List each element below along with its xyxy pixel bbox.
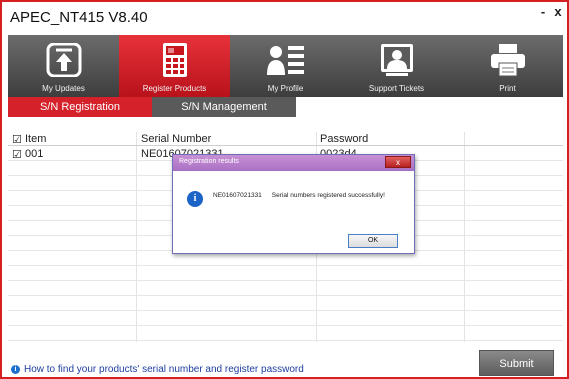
table-header-row: ☑ Item Serial Number Password — [8, 132, 563, 146]
column-header-item: Item — [25, 133, 47, 145]
dialog-title: Registration results — [179, 158, 239, 165]
dialog-close-button[interactable]: x — [385, 156, 411, 168]
help-link[interactable]: i How to find your products' serial numb… — [11, 364, 304, 375]
window-title: APEC_NT415 V8.40 — [10, 9, 148, 26]
dialog-body: i NE01607021331 Serial numbers registered… — [173, 171, 414, 253]
select-all-checkbox[interactable]: ☑ — [12, 133, 22, 146]
info-icon: i — [11, 365, 20, 374]
row-checkbox[interactable]: ☑ — [12, 148, 22, 161]
toolbar-my-updates[interactable]: My Updates — [8, 35, 119, 97]
dialog-message: NE01607021331 Serial numbers registered s… — [213, 192, 385, 199]
toolbar-label: My Profile — [267, 84, 304, 93]
main-toolbar: My Updates Register Products My Profile … — [8, 35, 563, 97]
column-header-serial: Serial Number — [141, 133, 212, 145]
table-row — [8, 312, 563, 326]
toolbar-support-tickets[interactable]: Support Tickets — [341, 35, 452, 97]
toolbar-register-products[interactable]: Register Products — [119, 35, 230, 97]
printer-icon — [490, 44, 525, 77]
toolbar-label: Print — [499, 84, 516, 93]
table-row — [8, 267, 563, 281]
table-row — [8, 282, 563, 296]
title-bar: APEC_NT415 V8.40 - x — [2, 2, 567, 32]
info-icon: i — [187, 191, 203, 207]
table-row — [8, 297, 563, 311]
toolbar-print[interactable]: Print — [452, 35, 563, 97]
toolbar-label: Register Products — [142, 84, 207, 93]
row-item: 001 — [25, 148, 44, 160]
toolbar-my-profile[interactable]: My Profile — [230, 35, 341, 97]
table-row — [8, 252, 563, 266]
upload-icon — [46, 43, 81, 77]
help-link-text[interactable]: How to find your products' serial number… — [24, 364, 304, 375]
dialog-message-text: Serial numbers registered successfully! — [271, 192, 385, 199]
profile-icon — [266, 46, 304, 75]
registration-results-dialog: Registration results x i NE01607021331 Se… — [172, 154, 415, 254]
dialog-title-bar: Registration results x — [173, 155, 414, 171]
calculator-icon — [162, 43, 187, 77]
tab-bar: S/N Registration S/N Management — [8, 97, 563, 117]
submit-button[interactable]: Submit — [479, 350, 554, 376]
tab-sn-management[interactable]: S/N Management — [152, 97, 296, 117]
table-row — [8, 327, 563, 341]
tab-sn-registration[interactable]: S/N Registration — [8, 97, 152, 117]
close-button[interactable]: x — [551, 4, 565, 19]
ticket-icon — [380, 44, 413, 76]
app-window: APEC_NT415 V8.40 - x My Updates Register… — [0, 0, 569, 379]
minimize-button[interactable]: - — [536, 4, 550, 19]
column-header-password: Password — [320, 133, 369, 145]
dialog-serial: NE01607021331 — [213, 192, 262, 199]
ok-button[interactable]: OK — [348, 234, 398, 248]
toolbar-label: Support Tickets — [368, 84, 425, 93]
toolbar-label: My Updates — [42, 84, 85, 93]
